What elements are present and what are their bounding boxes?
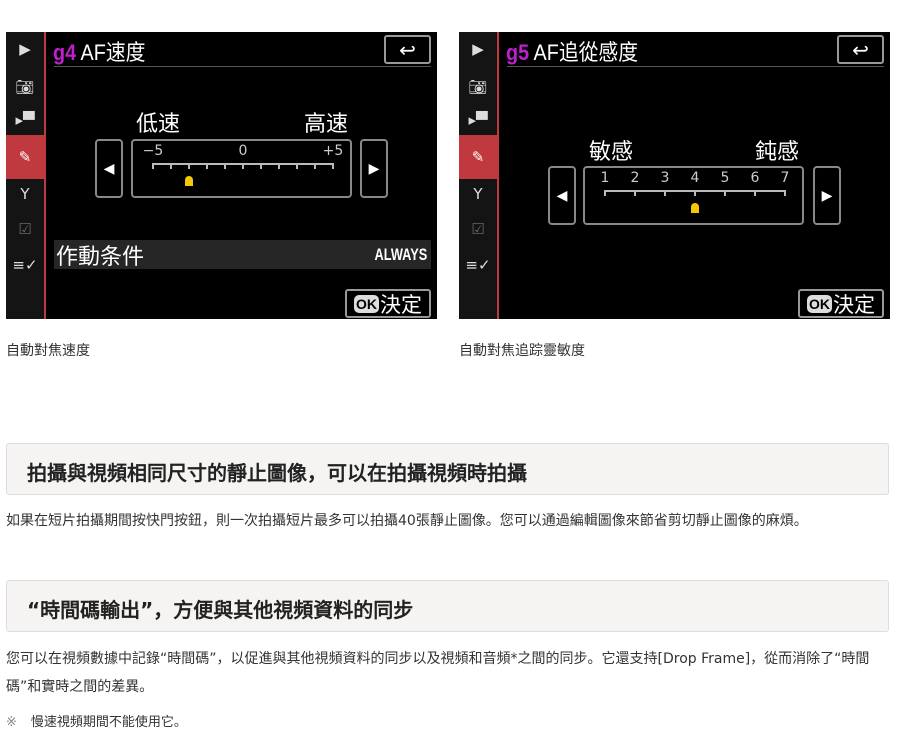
scale-tick — [314, 163, 316, 169]
camera-icon[interactable]: 📷︎ — [6, 72, 44, 102]
section-body: 如果在短片拍攝期間按快門按鈕，則一次拍攝短片最多可以拍攝40張靜止圖像。您可以通… — [6, 513, 808, 529]
scale-tick — [724, 190, 726, 196]
camera-icon[interactable]: 📷︎ — [459, 72, 497, 102]
scale-tick — [224, 163, 226, 169]
scale-label: 4 — [690, 170, 700, 186]
playback-icon[interactable]: ▶︎ — [6, 34, 44, 64]
right-label: 鈍感 — [755, 140, 800, 165]
scale-label: 7 — [780, 170, 790, 186]
divider — [507, 66, 884, 67]
af-speed-screen: ▶︎ 📷︎ ▸▀ ✎ Ү ☑ ≡✓ g4 AF速度 ↩ 低速 高速 ◀ −5 0 +… — [6, 32, 437, 319]
footnote: ※ 慢速視頻期間不能使用它。 — [6, 709, 891, 737]
menu-sidebar: ▶︎ 📷︎ ▸▀ ✎ Ү ☑ ≡✓ — [459, 32, 499, 319]
scale-tick — [604, 190, 606, 196]
section-body: 您可以在視頻數據中記錄“時間碼”，以促進與其他視頻資料的同步以及視頻和音頻*之間… — [6, 651, 870, 695]
section-heading: “時間碼輸出”，方便與其他視頻資料的同步 — [6, 580, 889, 632]
scale-tick — [242, 163, 244, 169]
left-arrow-icon: ◀ — [556, 187, 568, 204]
left-label: 敏感 — [589, 140, 634, 165]
right-label: 高速 — [304, 112, 349, 137]
scale-tick — [754, 190, 756, 196]
menu-sidebar: ▶︎ 📷︎ ▸▀ ✎ Ү ☑ ≡✓ — [6, 32, 46, 319]
scale-tick — [332, 163, 334, 169]
scale-label: 3 — [660, 170, 670, 186]
increase-button[interactable]: ▶ — [813, 166, 841, 225]
note-text: 慢速視頻期間不能使用它。 — [30, 715, 187, 730]
movie-icon[interactable]: ▸▀ — [459, 105, 497, 135]
scale-label: 1 — [600, 170, 610, 186]
scale-tick — [188, 163, 190, 169]
left-arrow-icon: ◀ — [103, 160, 115, 177]
scale-label: −5 — [142, 143, 164, 159]
caption-af-speed: 自動對焦速度 — [6, 343, 90, 359]
playback-icon[interactable]: ▶︎ — [459, 34, 497, 64]
wrench-icon[interactable]: Ү — [459, 179, 497, 209]
divider — [54, 66, 431, 67]
scale-label: 2 — [630, 170, 640, 186]
scale-tick — [634, 190, 636, 196]
caption-af-tracking: 自動對焦追踪靈敏度 — [459, 343, 585, 359]
my-menu-icon[interactable]: ≡✓ — [459, 250, 497, 280]
left-label: 低速 — [136, 112, 181, 137]
scale-tick — [694, 190, 696, 196]
back-button[interactable]: ↩ — [837, 35, 884, 64]
scale-tick — [152, 163, 154, 169]
decrease-button[interactable]: ◀ — [548, 166, 576, 225]
back-icon: ↩ — [852, 37, 869, 62]
af-tracking-screen: ▶︎ 📷︎ ▸▀ ✎ Ү ☑ ≡✓ g5 AF追從感度 ↩ 敏感 鈍感 ◀ 1 2… — [459, 32, 890, 319]
ok-badge-icon: OK — [354, 294, 379, 313]
menu-title: g5 AF追從感度 — [506, 40, 639, 65]
note-mark: ※ — [6, 715, 17, 730]
menu-title: g4 AF速度 — [53, 40, 146, 65]
ok-badge-icon: OK — [807, 294, 832, 313]
scale-tick — [170, 163, 172, 169]
condition-label: 作動条件 — [56, 244, 145, 270]
increase-button[interactable]: ▶ — [360, 139, 388, 198]
condition-row[interactable]: 作動条件 ALWAYS — [54, 240, 431, 270]
my-menu-icon[interactable]: ≡✓ — [6, 250, 44, 280]
ok-label: 決定 — [833, 292, 875, 317]
scale-label: +5 — [322, 143, 344, 159]
selected-value-marker — [185, 176, 193, 186]
movie-icon[interactable]: ▸▀ — [6, 105, 44, 135]
scale-tick — [260, 163, 262, 169]
scale-label: 6 — [750, 170, 760, 186]
back-button[interactable]: ↩ — [384, 35, 431, 64]
retouch-icon[interactable]: ☑ — [459, 214, 497, 244]
right-arrow-icon: ▶ — [368, 160, 380, 177]
right-arrow-icon: ▶ — [821, 187, 833, 204]
scale-tick — [278, 163, 280, 169]
scale-tick — [296, 163, 298, 169]
scale-label: 0 — [238, 143, 248, 159]
wrench-icon[interactable]: Ү — [6, 179, 44, 209]
back-icon: ↩ — [399, 37, 416, 62]
scale-tick — [784, 190, 786, 196]
section-heading: 拍攝與視頻相同尺寸的靜止圖像，可以在拍攝視頻時拍攝 — [6, 443, 889, 495]
retouch-icon[interactable]: ☑ — [6, 214, 44, 244]
ok-button[interactable]: OK 決定 — [798, 289, 884, 318]
scale-label: 5 — [720, 170, 730, 186]
ok-label: 決定 — [380, 292, 422, 317]
speed-scale[interactable]: −5 0 +5 — [131, 139, 352, 198]
pencil-icon[interactable]: ✎ — [459, 135, 497, 179]
ok-button[interactable]: OK 決定 — [345, 289, 431, 318]
scale-tick — [664, 190, 666, 196]
sensitivity-scale[interactable]: 1 2 3 4 5 6 7 — [583, 166, 804, 225]
scale-tick — [206, 163, 208, 169]
condition-value: ALWAYS — [374, 244, 427, 264]
pencil-icon[interactable]: ✎ — [6, 135, 44, 179]
selected-value-marker — [691, 203, 699, 213]
decrease-button[interactable]: ◀ — [95, 139, 123, 198]
